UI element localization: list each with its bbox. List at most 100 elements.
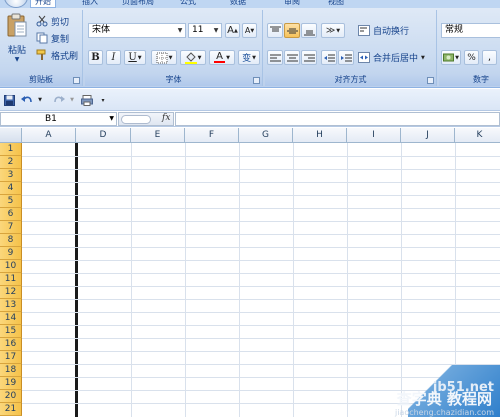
row-header-16[interactable]: 16: [0, 338, 22, 351]
row-header-18[interactable]: 18: [0, 364, 22, 377]
ribbon-tab-strip: 开始 插入 页面布局 公式 数据 审阅 视图: [0, 0, 500, 8]
row-header-11[interactable]: 11: [0, 273, 22, 286]
undo-button[interactable]: [20, 93, 34, 107]
tab-page-layout[interactable]: 页面布局: [122, 0, 154, 8]
wrap-text-button[interactable]: 自动换行: [357, 23, 419, 38]
tab-data[interactable]: 数据: [230, 0, 246, 8]
alignment-group-label: 对齐方式: [265, 74, 436, 86]
column-header-D[interactable]: D: [76, 128, 131, 143]
row-header-6[interactable]: 6: [0, 208, 22, 221]
phonetic-button[interactable]: 变 ▼: [238, 50, 260, 65]
insert-function-button[interactable]: fx: [162, 113, 170, 123]
row-header-17[interactable]: 17: [0, 351, 22, 364]
italic-button[interactable]: I: [106, 50, 121, 65]
chevron-down-icon[interactable]: ▼: [175, 24, 185, 37]
chevron-down-icon[interactable]: ▼: [109, 113, 114, 125]
align-top-button[interactable]: [267, 23, 283, 38]
increase-indent-button[interactable]: [338, 50, 354, 65]
row-header-21[interactable]: 21: [0, 403, 22, 416]
increase-indent-icon: [340, 54, 352, 61]
chevron-down-icon[interactable]: ▼: [421, 55, 425, 61]
alignment-launcher[interactable]: [427, 77, 434, 84]
row-header-3[interactable]: 3: [0, 169, 22, 182]
row-header-2[interactable]: 2: [0, 156, 22, 169]
fill-color-button[interactable]: ▼: [180, 50, 206, 65]
customize-qat-icon[interactable]: ▾: [98, 93, 108, 107]
underline-button[interactable]: U ▼: [124, 50, 146, 65]
tab-formulas[interactable]: 公式: [180, 0, 196, 8]
undo-dropdown-icon[interactable]: ▼: [36, 93, 44, 107]
font-name-combo[interactable]: 宋体 ▼: [88, 23, 186, 38]
paste-dropdown-icon[interactable]: ▼: [15, 56, 20, 63]
copy-button[interactable]: 复制: [35, 31, 79, 45]
column-header-J[interactable]: J: [401, 128, 455, 143]
redo-dropdown-icon[interactable]: ▼: [68, 93, 76, 107]
gridline: [22, 351, 500, 352]
align-bottom-icon: [303, 30, 315, 35]
column-header-E[interactable]: E: [131, 128, 185, 143]
align-middle-button[interactable]: [284, 23, 300, 38]
borders-button[interactable]: ▼: [151, 50, 177, 65]
clipboard-launcher[interactable]: [73, 77, 80, 84]
percent-style-button[interactable]: %: [464, 50, 479, 65]
format-painter-button[interactable]: 格式刷: [35, 48, 81, 62]
tab-review[interactable]: 审阅: [284, 0, 300, 8]
print-preview-button[interactable]: [80, 93, 94, 107]
row-header-7[interactable]: 7: [0, 221, 22, 234]
row-header-12[interactable]: 12: [0, 286, 22, 299]
row-header-1[interactable]: 1: [0, 143, 22, 156]
tab-home[interactable]: 开始: [30, 0, 56, 8]
row-header-15[interactable]: 15: [0, 325, 22, 338]
number-format-combo[interactable]: 常规: [441, 23, 500, 38]
tab-insert[interactable]: 插入: [82, 0, 98, 8]
row-header-4[interactable]: 4: [0, 182, 22, 195]
bold-button[interactable]: B: [88, 50, 103, 65]
column-header-G[interactable]: G: [239, 128, 293, 143]
column-header-I[interactable]: I: [347, 128, 401, 143]
chevron-down-icon[interactable]: ▼: [211, 24, 221, 37]
align-bottom-button[interactable]: [301, 23, 317, 38]
office-button[interactable]: [4, 0, 28, 8]
row-header-19[interactable]: 19: [0, 377, 22, 390]
undo-icon: [21, 95, 32, 102]
column-header-H[interactable]: H: [293, 128, 347, 143]
column-header-K[interactable]: K: [455, 128, 500, 143]
select-all-button[interactable]: [0, 128, 22, 143]
column-header-A[interactable]: A: [22, 128, 76, 143]
cut-button[interactable]: 剪切: [35, 14, 79, 28]
phonetic-icon: 变: [242, 54, 252, 64]
accounting-format-button[interactable]: ▼: [441, 50, 461, 65]
align-center-button[interactable]: [284, 50, 300, 65]
gridline: [239, 143, 240, 417]
decrease-indent-button[interactable]: [321, 50, 337, 65]
merge-center-button[interactable]: 合并后居中 ▼: [357, 50, 433, 65]
shrink-font-button[interactable]: A ▼: [242, 23, 257, 38]
formula-input[interactable]: [175, 112, 500, 126]
row-header-14[interactable]: 14: [0, 312, 22, 325]
grow-font-button[interactable]: A ▲: [225, 23, 240, 38]
font-color-button[interactable]: A ▼: [209, 50, 235, 65]
align-left-button[interactable]: [267, 50, 283, 65]
orientation-button[interactable]: ≫ ▼: [321, 23, 345, 38]
tab-view[interactable]: 视图: [328, 0, 344, 8]
redo-button[interactable]: [52, 93, 66, 107]
row-header-5[interactable]: 5: [0, 195, 22, 208]
row-header-10[interactable]: 10: [0, 260, 22, 273]
font-name-value: 宋体: [92, 25, 111, 35]
row-header-20[interactable]: 20: [0, 390, 22, 403]
save-button[interactable]: [2, 93, 16, 107]
decrease-indent-icon: [323, 54, 335, 61]
worksheet-grid[interactable]: A D E F G H I J K 1 2 3 4 5 6 7 8 9 10 1…: [0, 128, 500, 417]
expand-handle[interactable]: [121, 115, 151, 124]
row-header-9[interactable]: 9: [0, 247, 22, 260]
row-header-13[interactable]: 13: [0, 299, 22, 312]
name-box[interactable]: B1 ▼: [0, 112, 117, 126]
paste-button[interactable]: 粘贴 ▼: [2, 12, 32, 64]
hidden-columns-border[interactable]: [75, 143, 78, 417]
comma-style-button[interactable]: ,: [482, 50, 497, 65]
font-size-combo[interactable]: 11 ▼: [188, 23, 222, 38]
row-header-8[interactable]: 8: [0, 234, 22, 247]
align-right-button[interactable]: [301, 50, 317, 65]
column-header-F[interactable]: F: [185, 128, 239, 143]
font-launcher[interactable]: [253, 77, 260, 84]
